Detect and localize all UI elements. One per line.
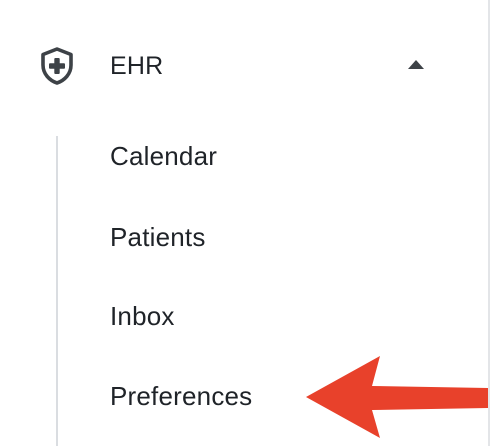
- nav-item-patients[interactable]: Patients: [60, 207, 440, 267]
- chevron-up-icon[interactable]: [406, 57, 426, 69]
- nav-item-inbox[interactable]: Inbox: [60, 286, 440, 346]
- annotation-arrow-icon: [302, 352, 488, 440]
- nav-item-calendar[interactable]: Calendar: [60, 126, 440, 186]
- nav-item-label: Inbox: [110, 301, 175, 331]
- nav-group-header-ehr[interactable]: EHR: [0, 30, 488, 102]
- nav-item-label: Preferences: [110, 381, 253, 411]
- sidebar-page: EHR Calendar Patients Inbox Preferences: [0, 0, 490, 446]
- submenu-rail: [56, 136, 58, 446]
- nav-group-label: EHR: [110, 52, 164, 80]
- shield-plus-icon: [38, 46, 76, 86]
- nav-item-label: Calendar: [110, 141, 218, 171]
- nav-item-label: Patients: [110, 222, 206, 252]
